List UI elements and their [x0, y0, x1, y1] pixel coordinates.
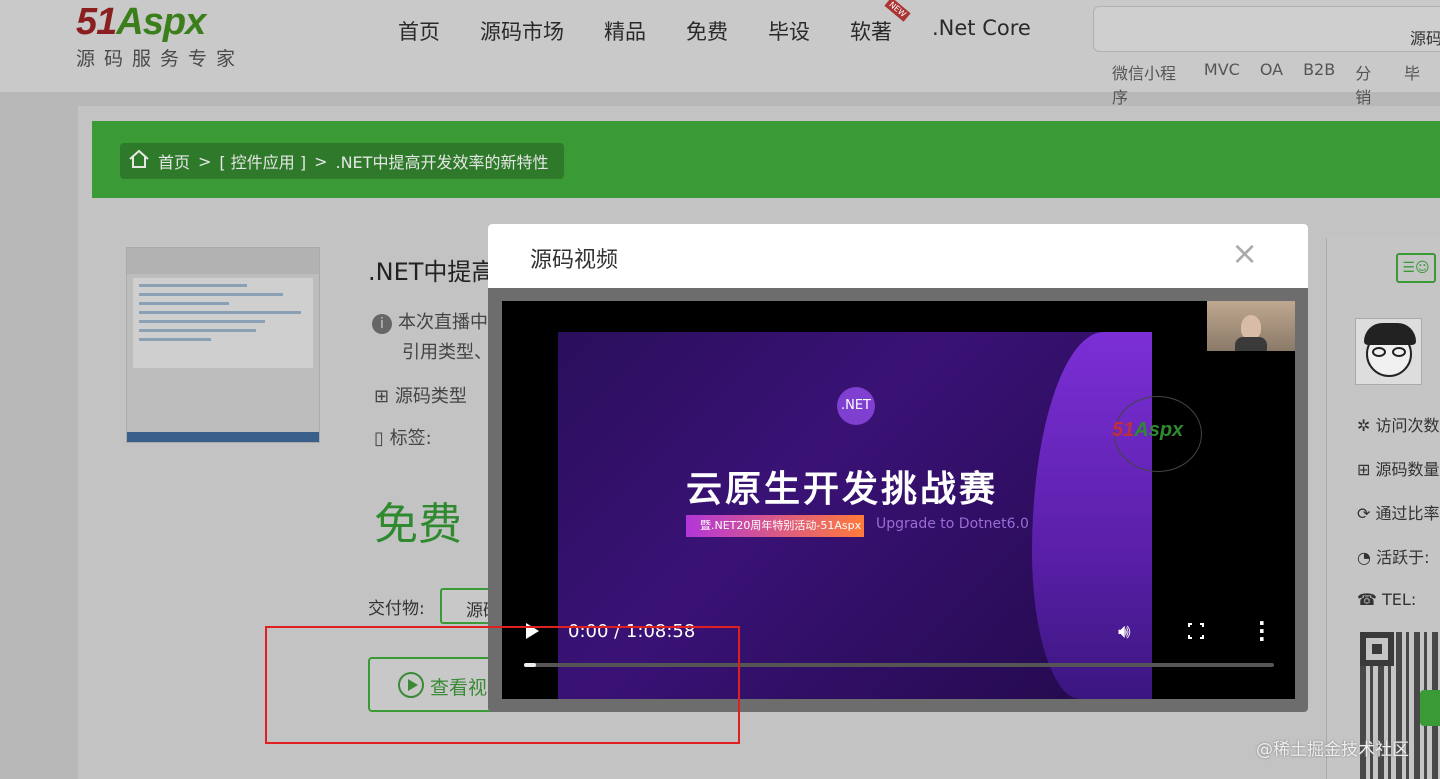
stamp-logo-a: 51 — [1112, 419, 1135, 441]
grid-icon: ⊞ — [374, 386, 390, 407]
nav-item-premium[interactable]: 精品 — [604, 16, 646, 46]
chat-icon[interactable] — [1420, 690, 1440, 726]
stat-pass-rate-label: 通过比率 — [1375, 504, 1440, 523]
refresh-icon: ⟳ — [1357, 504, 1371, 523]
breadcrumb: 首页 > [ 控件应用 ] > .NET中提高开发效率的新特性 — [120, 143, 565, 179]
dotnet-badge: .NET — [837, 387, 875, 425]
nav-item-free[interactable]: 免费 — [686, 16, 728, 46]
stat-active-label: 活跃于: — [1376, 548, 1430, 567]
stat-tel-label: TEL: — [1382, 590, 1417, 609]
product-type-label: 源码类型 — [394, 386, 467, 407]
stat-visits: ✲ 访问次数 — [1357, 412, 1440, 436]
nav-item-graduation[interactable]: 毕设 — [768, 16, 810, 46]
bookmark-icon: ▯ — [374, 428, 384, 449]
search-type-select[interactable]: 源码 — [1410, 25, 1440, 49]
stat-source-count-label: 源码数量 — [1375, 460, 1440, 479]
hot-keyword[interactable]: MVC — [1204, 60, 1240, 108]
main-nav: 首页 源码市场 精品 免费 毕设 软著 .Net Core — [398, 16, 1071, 46]
desc-line-2: 引用类型、 — [402, 342, 492, 363]
modal-header: 源码视频 × — [488, 224, 1308, 288]
hot-keyword[interactable]: B2B — [1303, 60, 1335, 108]
stat-source-count: ⊞ 源码数量 — [1357, 456, 1440, 480]
deliver-label: 交付物: — [368, 599, 425, 619]
breadcrumb-separator: > — [198, 151, 212, 171]
hot-keyword[interactable]: 毕 — [1404, 60, 1420, 108]
product-title: .NET中提高 — [368, 258, 496, 286]
breadcrumb-separator: > — [314, 151, 328, 171]
slide-title: 云原生开发挑战赛 — [686, 469, 999, 510]
activity-icon: ◔ — [1357, 548, 1371, 567]
product-description: i 本次直播中 引用类型、 — [372, 308, 492, 368]
hot-keyword[interactable]: 微信小程序 — [1112, 60, 1184, 108]
phone-icon: ☎ — [1357, 590, 1377, 609]
home-icon[interactable] — [128, 149, 150, 173]
stamp-logo-b: Aspx — [1134, 419, 1184, 441]
webcam-overlay — [1207, 301, 1295, 351]
stat-pass-rate: ⟳ 通过比率 — [1357, 500, 1440, 524]
slide-subtitle: Upgrade to Dotnet6.0 — [876, 516, 1029, 532]
volume-icon[interactable]: 🔊︎ — [1118, 619, 1131, 643]
product-price: 免费 — [374, 499, 462, 550]
hot-keyword[interactable]: 分销 — [1355, 60, 1384, 108]
sparkle-icon: ✲ — [1357, 416, 1371, 435]
contact-card-icon[interactable]: ☰☺ — [1396, 253, 1436, 283]
nav-item-netcore[interactable]: .Net Core — [932, 16, 1031, 46]
watermark: @稀土掘金技术社区 — [1256, 740, 1409, 760]
avatar[interactable] — [1355, 318, 1422, 385]
site-logo[interactable]: 51Aspx 源码服务专家 — [76, 2, 244, 71]
breadcrumb-current: .NET中提高开发效率的新特性 — [335, 153, 549, 172]
product-thumbnail[interactable] — [126, 247, 320, 443]
stat-visits-label: 访问次数 — [1375, 416, 1440, 435]
desc-line-1: 本次直播中 — [398, 312, 488, 333]
product-type-row: ⊞ 源码类型 — [374, 382, 467, 408]
hot-keywords: 微信小程序 MVC OA B2B 分销 毕 — [1112, 60, 1440, 108]
modal-title: 源码视频 — [530, 248, 619, 273]
more-options-icon[interactable]: · · · — [1258, 613, 1266, 649]
info-icon: i — [372, 314, 392, 334]
stamp-logo-text: 51Aspx — [1112, 419, 1183, 442]
stat-active: ◔ 活跃于: — [1357, 544, 1429, 568]
nav-item-market[interactable]: 源码市场 — [480, 16, 564, 46]
highlight-box — [265, 626, 740, 744]
product-tags-label: 标签: — [389, 428, 432, 449]
product-tags-row: ▯ 标签: — [374, 424, 432, 450]
breadcrumb-category[interactable]: [ 控件应用 ] — [219, 149, 306, 173]
grid-icon: ⊞ — [1357, 460, 1371, 479]
nav-item-home[interactable]: 首页 — [398, 16, 440, 46]
logo-tagline: 源码服务专家 — [76, 48, 245, 70]
close-icon[interactable]: × — [1231, 236, 1258, 270]
breadcrumb-home[interactable]: 首页 — [158, 149, 190, 173]
search-input[interactable]: 源码 — [1093, 6, 1440, 52]
slide-tag: 暨.NET20周年特别活动-51Aspx — [686, 515, 864, 537]
nav-item-copyright[interactable]: 软著 — [850, 16, 892, 46]
logo-text-a: 51 — [76, 1, 117, 43]
stat-tel: ☎ TEL: — [1357, 590, 1416, 609]
hot-keyword[interactable]: OA — [1260, 60, 1283, 108]
logo-text-b: Aspx — [116, 1, 206, 43]
